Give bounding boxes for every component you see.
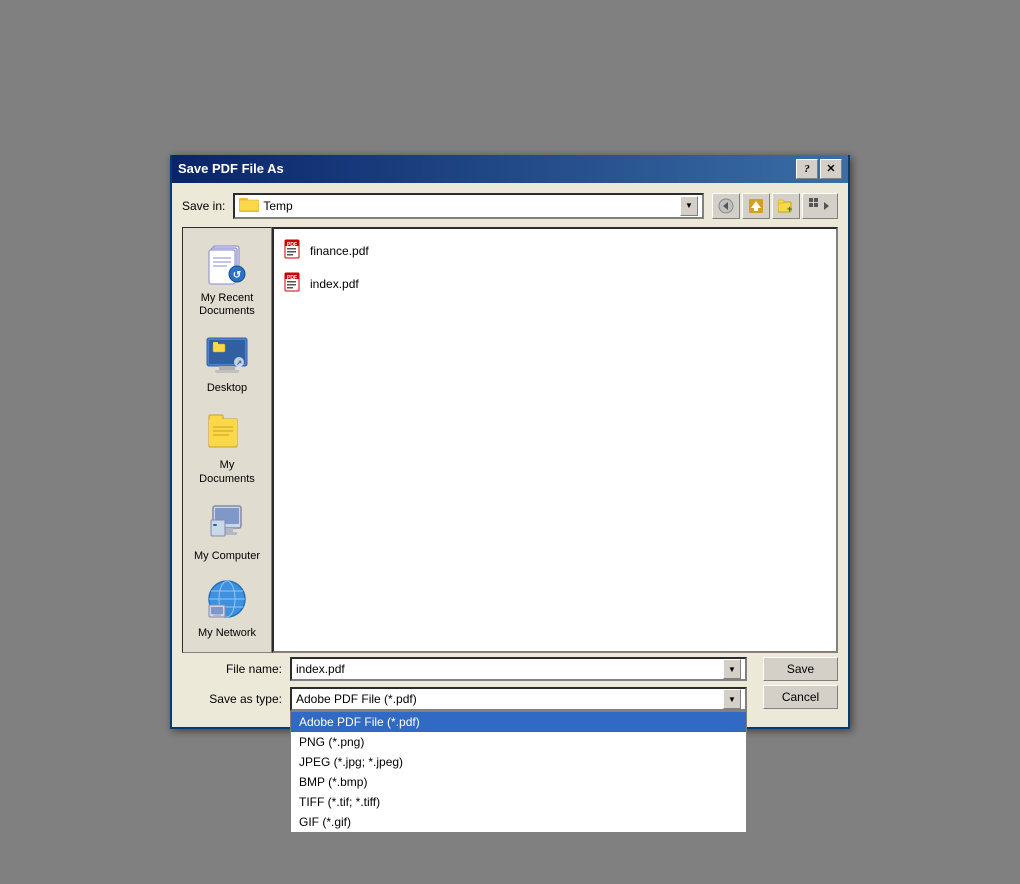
desktop-icon: ↗	[203, 330, 251, 378]
up-icon	[748, 198, 764, 214]
sidebar-item-recent-label: My RecentDocuments	[199, 292, 255, 318]
save-in-dropdown[interactable]: Temp ▼	[233, 193, 704, 219]
filename-input[interactable]	[296, 662, 723, 676]
file-name-index: index.pdf	[310, 277, 359, 291]
dropdown-option-pdf[interactable]: Adobe PDF File (*.pdf)	[291, 712, 746, 732]
toolbar-buttons: +	[712, 193, 838, 219]
my-network-icon	[203, 575, 251, 623]
svg-text:+: +	[787, 204, 792, 214]
sidebar: ↺ My RecentDocuments	[182, 227, 272, 653]
filename-dropdown-btn[interactable]: ▼	[723, 659, 741, 679]
save-in-label: Save in:	[182, 199, 225, 213]
views-icon	[809, 198, 831, 214]
cancel-button[interactable]: Cancel	[763, 685, 838, 709]
new-folder-icon: +	[778, 198, 794, 214]
sidebar-item-documents-label: My Documents	[191, 459, 263, 485]
dropdown-option-tiff[interactable]: TIFF (*.tif; *.tiff)	[291, 792, 746, 812]
save-in-arrow[interactable]: ▼	[680, 196, 698, 216]
help-button[interactable]: ?	[796, 159, 818, 179]
pdf-icon-finance: PDF	[284, 239, 304, 264]
dialog-content: Save in: Temp ▼	[172, 183, 848, 727]
title-bar-buttons: ? ✕	[796, 159, 842, 179]
recent-docs-icon: ↺	[203, 240, 251, 288]
save-pdf-dialog: Save PDF File As ? ✕ Save in: Temp ▼	[170, 155, 850, 729]
filetype-dropdown-btn[interactable]: ▼	[723, 689, 741, 709]
filename-label: File name:	[182, 662, 282, 676]
file-area: PDF finance.pdf PDF	[272, 227, 838, 653]
file-item-index[interactable]: PDF index.pdf	[282, 270, 828, 299]
save-in-row: Save in: Temp ▼	[182, 193, 838, 219]
main-area: ↺ My RecentDocuments	[182, 227, 838, 653]
new-folder-button[interactable]: +	[772, 193, 800, 219]
filetype-input-wrap[interactable]: Adobe PDF File (*.pdf) ▼	[290, 687, 747, 711]
title-bar: Save PDF File As ? ✕	[172, 155, 848, 183]
save-in-value: Temp	[263, 199, 676, 213]
folder-icon	[239, 196, 259, 215]
filetype-row: Save as type: Adobe PDF File (*.pdf) ▼ A…	[182, 687, 747, 711]
my-documents-icon	[203, 407, 251, 455]
dropdown-option-jpeg[interactable]: JPEG (*.jpg; *.jpeg)	[291, 752, 746, 772]
dropdown-option-bmp[interactable]: BMP (*.bmp)	[291, 772, 746, 792]
up-button[interactable]	[742, 193, 770, 219]
filename-row: File name: ▼	[182, 657, 747, 681]
svg-text:PDF: PDF	[287, 242, 297, 248]
form-fields: File name: ▼ Save as type: Adobe PDF Fil…	[182, 657, 747, 717]
svg-text:PDF: PDF	[287, 275, 297, 281]
back-icon	[718, 198, 734, 214]
sidebar-item-desktop[interactable]: ↗ Desktop	[187, 326, 267, 399]
svg-text:↗: ↗	[236, 360, 242, 367]
bottom-form-area: File name: ▼ Save as type: Adobe PDF Fil…	[182, 653, 838, 717]
file-name-finance: finance.pdf	[310, 244, 369, 258]
action-buttons: Save Cancel	[755, 657, 838, 709]
sidebar-item-computer-label: My Computer	[194, 550, 260, 563]
sidebar-item-computer[interactable]: My Computer	[187, 494, 267, 567]
close-button[interactable]: ✕	[820, 159, 842, 179]
filetype-dropdown-popup: Adobe PDF File (*.pdf) PNG (*.png) JPEG …	[290, 711, 747, 833]
sidebar-item-recent[interactable]: ↺ My RecentDocuments	[187, 236, 267, 322]
sidebar-item-network-label: My Network	[198, 627, 256, 640]
views-button[interactable]	[802, 193, 838, 219]
pdf-icon-index: PDF	[284, 272, 304, 297]
filetype-label: Save as type:	[182, 692, 282, 706]
dialog-title: Save PDF File As	[178, 161, 284, 176]
dropdown-option-gif[interactable]: GIF (*.gif)	[291, 812, 746, 832]
filename-input-wrap: ▼	[290, 657, 747, 681]
dropdown-option-png[interactable]: PNG (*.png)	[291, 732, 746, 752]
file-item-finance[interactable]: PDF finance.pdf	[282, 237, 828, 266]
filetype-value: Adobe PDF File (*.pdf)	[296, 692, 723, 706]
sidebar-item-network[interactable]: My Network	[187, 571, 267, 644]
svg-text:↺: ↺	[233, 270, 241, 281]
back-button[interactable]	[712, 193, 740, 219]
sidebar-item-desktop-label: Desktop	[207, 382, 247, 395]
save-button[interactable]: Save	[763, 657, 838, 681]
my-computer-icon	[203, 498, 251, 546]
sidebar-item-documents[interactable]: My Documents	[187, 403, 267, 489]
